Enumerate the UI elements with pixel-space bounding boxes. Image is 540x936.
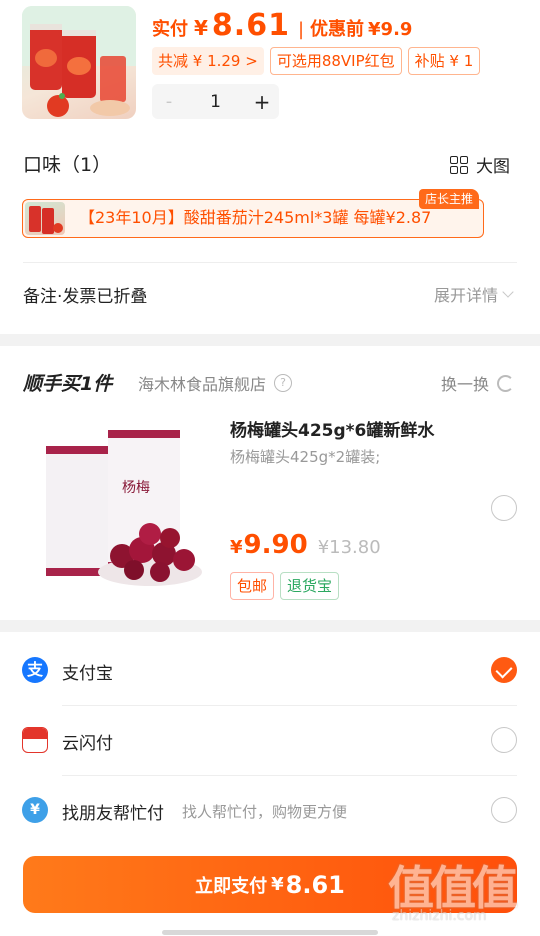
payment-option-friend[interactable]: ¥ 找朋友帮忙付 找人帮忙付，购物更方便 (0, 775, 540, 845)
addon-product-name[interactable]: 杨梅罐头425g*6罐新鲜水 (230, 416, 434, 441)
payment-radio-selected[interactable] (491, 657, 517, 683)
price-separator: | (297, 19, 305, 40)
flavor-title: 口味（1） (23, 154, 112, 176)
payment-name: 找朋友帮忙付 (62, 804, 164, 824)
shop-name[interactable]: 海木林食品旗舰店 (138, 371, 266, 395)
big-image-toggle[interactable]: 大图 (450, 152, 510, 177)
pay-now-currency: ¥ (271, 874, 284, 895)
quantity-value[interactable]: 1 (186, 92, 245, 112)
note-invoice-label: 备注·发票已折叠 (23, 287, 148, 307)
flavor-thumbnail (25, 202, 65, 235)
expand-details-label: 展开详情 (433, 286, 498, 305)
refresh-icon (497, 374, 514, 392)
product-thumbnail[interactable] (22, 6, 136, 119)
recommend-badge: 店长主推 (418, 189, 479, 209)
pay-now-amount: 8.61 (285, 870, 345, 899)
swap-label: 换一换 (440, 375, 489, 394)
can-label: 杨梅 (122, 480, 150, 496)
addon-select-radio[interactable] (491, 495, 517, 521)
decrease-button[interactable]: - (152, 91, 186, 112)
chevron-down-icon (502, 285, 514, 298)
checkout-page: 实付 ¥ 8.61 | 优惠前 ¥9.9 共减 ¥ 1.29 > 可选用88VI… (0, 0, 540, 936)
discount-tags: 共减 ¥ 1.29 > 可选用88VIP红包 补贴 ¥ 1 (152, 47, 481, 75)
addon-tags: 包邮 退货宝 (230, 572, 340, 600)
big-image-label: 大图 (476, 157, 510, 177)
payment-option-alipay[interactable]: 支 支付宝 (0, 635, 540, 705)
payment-radio[interactable] (491, 727, 517, 753)
friend-pay-icon: ¥ (22, 797, 48, 823)
free-shipping-tag: 包邮 (230, 572, 275, 600)
subsidy-tag: 补贴 ¥ 1 (407, 47, 481, 75)
addon-card: 顺手买1件 海木林食品旗舰店 ? 换一换 杨梅 杨梅罐头425g*6罐新鲜水 杨… (0, 346, 540, 620)
expand-details[interactable]: 展开详情 (433, 282, 514, 306)
alipay-icon: 支 (22, 657, 48, 683)
increase-button[interactable]: + (245, 90, 279, 114)
payment-desc: 找人帮忙付，购物更方便 (182, 803, 348, 821)
payment-name: 支付宝 (62, 664, 113, 684)
flavor-option[interactable]: 【23年10月】酸甜番茄汁245ml*3罐 每罐¥2.87 店长主推 (22, 189, 484, 238)
pay-amount: 8.61 (211, 8, 290, 43)
watermark-url: zhizhizhi.com (392, 908, 487, 924)
home-indicator (162, 930, 378, 935)
pay-label: 实付 (152, 19, 188, 40)
swap-button[interactable]: 换一换 (441, 371, 514, 395)
grid-icon (450, 155, 468, 174)
price-summary: 实付 ¥ 8.61 | 优惠前 ¥9.9 (152, 8, 412, 46)
addon-currency: ¥ (230, 537, 243, 558)
addon-original-price: ¥13.80 (317, 537, 381, 558)
pay-now-label: 立即支付 (195, 875, 268, 897)
product-card: 实付 ¥ 8.61 | 优惠前 ¥9.9 共减 ¥ 1.29 > 可选用88VI… (0, 0, 540, 334)
addon-product-spec: 杨梅罐头425g*2罐装; (230, 448, 381, 466)
addon-price: ¥ 9.90 ¥13.80 (230, 530, 381, 560)
watermark: 值值值 zhizhizhi.com (388, 852, 528, 936)
pay-currency: ¥ (194, 16, 208, 40)
divider (23, 262, 517, 263)
help-icon[interactable]: ? (274, 374, 293, 392)
return-insurance-tag: 退货宝 (280, 572, 340, 600)
payment-radio[interactable] (491, 797, 517, 823)
unionpay-icon (22, 727, 48, 753)
before-discount-label: 优惠前 (310, 19, 365, 40)
addon-price-value: 9.90 (243, 530, 308, 560)
total-discount-tag[interactable]: 共减 ¥ 1.29 > (152, 47, 264, 75)
payment-name: 云闪付 (62, 734, 113, 754)
vip-coupon-tag[interactable]: 可选用88VIP红包 (269, 47, 402, 75)
before-discount-amount: ¥9.9 (368, 19, 413, 40)
addon-shop: 海木林食品旗舰店 ? (138, 371, 293, 395)
addon-title: 顺手买1件 (23, 373, 113, 395)
addon-product-image[interactable]: 杨梅 (38, 430, 206, 590)
flavor-option-label: 【23年10月】酸甜番茄汁245ml*3罐 每罐¥2.87 (79, 208, 432, 227)
payment-option-unionpay[interactable]: 云闪付 (0, 705, 540, 775)
quantity-stepper: - 1 + (152, 84, 279, 119)
